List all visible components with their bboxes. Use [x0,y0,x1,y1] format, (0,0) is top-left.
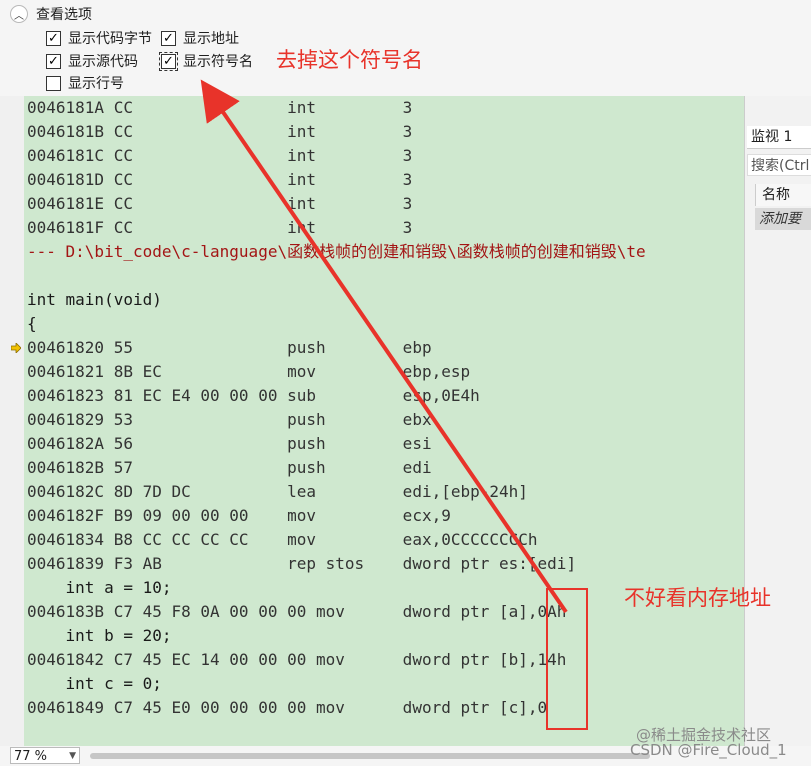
show-line-numbers-option[interactable]: 显示行号 [46,73,124,93]
disassembly-line[interactable]: 00461820 55 push ebp [27,336,432,360]
disassembly-view[interactable]: 0046181A CC int 3 0046181B CC int 3 004618… [0,96,744,746]
show-symbol-names-label: 显示符号名 [183,54,253,70]
show-code-bytes-option[interactable]: ✓ 显示代码字节 [46,28,152,48]
highlight-box [546,588,588,730]
show-source-option[interactable]: ✓ 显示源代码 [46,51,138,71]
watch-add-item[interactable]: 添加要 [755,208,811,230]
show-code-bytes-label: 显示代码字节 [68,31,152,47]
source-line[interactable]: int c = 0; [27,672,162,696]
show-address-label: 显示地址 [183,31,239,47]
watch-tab[interactable]: 监视 1 [747,126,811,149]
disassembly-line[interactable]: 00461834 B8 CC CC CC CC mov eax,0CCCCCCC… [27,528,538,552]
watermark-csdn: CSDN @Fire_Cloud_1 [630,741,787,759]
source-line[interactable]: int main(void) [27,288,162,312]
horizontal-scrollbar[interactable] [90,753,650,759]
disassembly-line[interactable]: 00461842 C7 45 EC 14 00 00 00 mov dword … [27,648,566,672]
show-line-numbers-label: 显示行号 [68,76,124,92]
disassembly-line[interactable]: 0046181B CC int 3 [27,120,412,144]
show-source-label: 显示源代码 [68,54,138,70]
watch-column-name[interactable]: 名称 [755,184,811,206]
disassembly-line[interactable]: 0046183B C7 45 F8 0A 00 00 00 mov dword … [27,600,566,624]
source-line[interactable]: int a = 10; [27,576,172,600]
disassembly-line[interactable]: 0046181F CC int 3 [27,216,412,240]
source-file-separator[interactable]: --- D:\bit_code\c-language\函数栈帧的创建和销毁\函数… [27,240,646,264]
disassembly-line[interactable]: 0046181E CC int 3 [27,192,412,216]
show-symbol-names-option[interactable]: ✓ 显示符号名 [159,51,253,71]
current-instruction-arrow-icon [11,343,21,353]
disassembly-line[interactable]: 0046181C CC int 3 [27,144,412,168]
watch-window: 监视 1 搜索(Ctrl 名称 添加要 [744,96,811,746]
disassembly-line[interactable]: 0046182C 8D 7D DC lea edi,[ebp-24h] [27,480,528,504]
disassembly-line[interactable]: 00461821 8B EC mov ebp,esp [27,360,470,384]
show-symbol-names-checkbox[interactable]: ✓ [159,51,178,71]
disassembly-line[interactable]: 00461849 C7 45 E0 00 00 00 00 mov dword … [27,696,547,720]
disassembly-line[interactable]: 0046182B 57 push edi [27,456,432,480]
annotation-remove-symbol: 去掉这个符号名 [276,48,423,72]
disassembly-line[interactable]: 00461829 53 push ebx [27,408,432,432]
show-code-bytes-checkbox[interactable]: ✓ [46,30,61,46]
show-line-numbers-checkbox[interactable] [46,75,61,91]
chevron-down-icon: ▼ [69,751,76,761]
chevron-up-icon[interactable]: ︿ [10,5,28,23]
source-line[interactable]: int b = 20; [27,624,172,648]
zoom-select[interactable]: 77 % ▼ [10,747,80,764]
show-address-option[interactable]: ✓ 显示地址 [161,28,239,48]
disassembly-line[interactable]: 0046182F B9 09 00 00 00 mov ecx,9 [27,504,451,528]
watch-search-input[interactable]: 搜索(Ctrl [747,154,811,176]
show-address-checkbox[interactable]: ✓ [161,30,176,46]
disassembly-gutter[interactable] [0,96,24,746]
view-options-header[interactable]: ︿ 查看选项 [10,4,92,24]
source-line[interactable]: { [27,312,37,336]
show-source-checkbox[interactable]: ✓ [46,53,61,69]
disassembly-line[interactable]: 0046181A CC int 3 [27,96,412,120]
disassembly-line[interactable]: 00461823 81 EC E4 00 00 00 sub esp,0E4h [27,384,480,408]
disassembly-line[interactable]: 0046181D CC int 3 [27,168,412,192]
disassembly-line[interactable]: 0046182A 56 push esi [27,432,432,456]
view-options-title: 查看选项 [36,7,92,23]
annotation-hard-to-read: 不好看内存地址 [624,586,771,610]
disassembly-line[interactable]: 00461839 F3 AB rep stos dword ptr es:[ed… [27,552,576,576]
zoom-value: 77 % [14,749,48,764]
